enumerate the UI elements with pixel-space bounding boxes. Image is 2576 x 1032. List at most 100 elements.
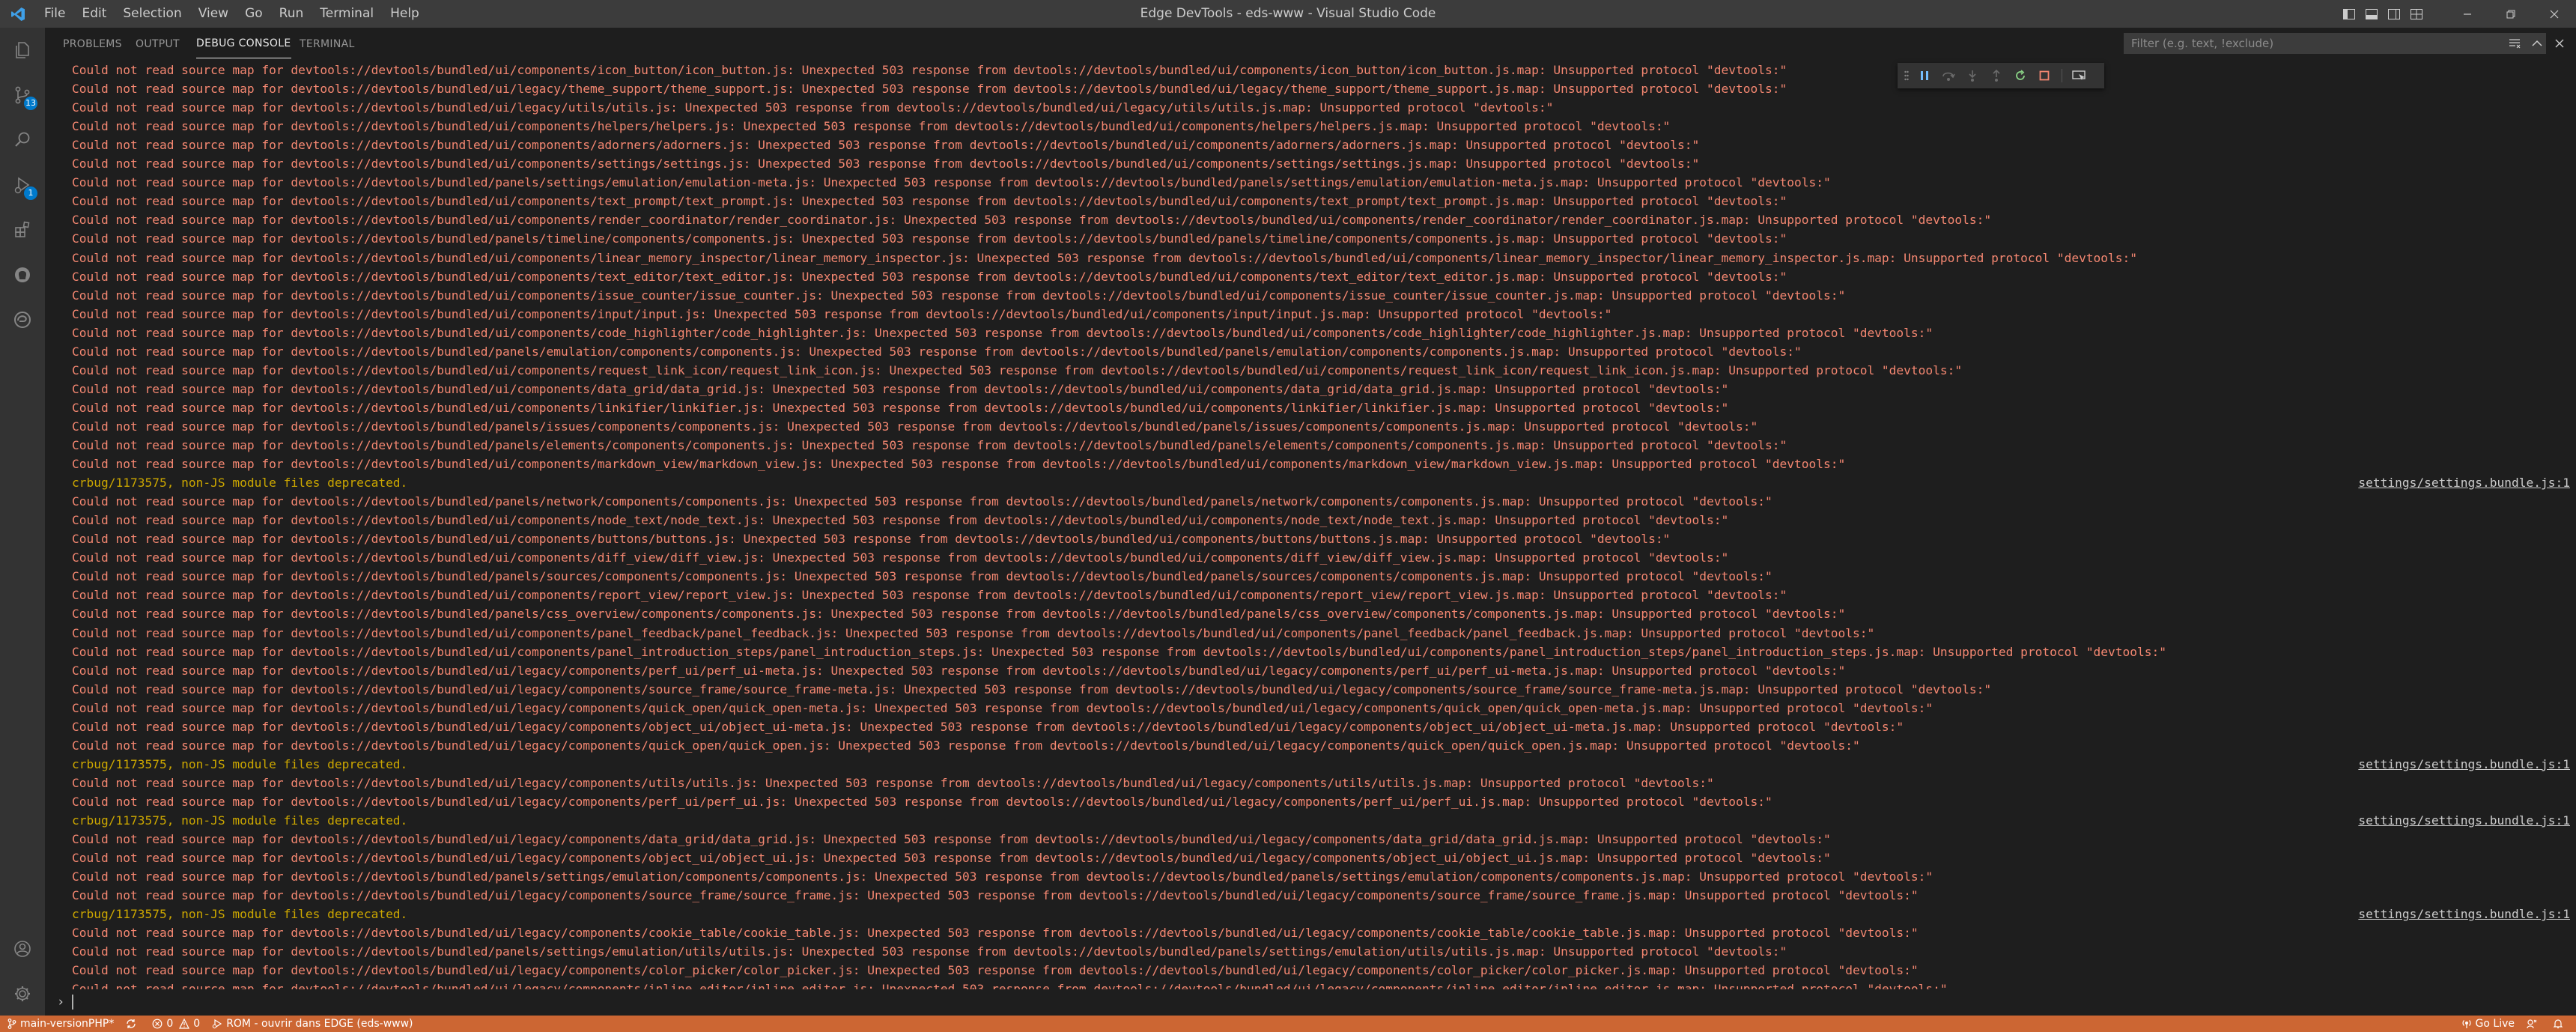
- run-debug-icon[interactable]: 1: [0, 163, 45, 207]
- console-error-line: Could not read source map for devtools:/…: [72, 888, 1919, 903]
- console-error-line: Could not read source map for devtools:/…: [72, 775, 1714, 790]
- console-warning-line: crbug/1173575, non-JS module files depre…: [72, 476, 408, 491]
- broadcast-icon: [2461, 1019, 2472, 1029]
- console-error-line: Could not read source map for devtools:/…: [72, 325, 1933, 340]
- chevron-up-icon[interactable]: [2527, 33, 2548, 54]
- source-location-link[interactable]: settings/settings.bundle.js:1: [2358, 755, 2570, 774]
- sync-button[interactable]: [120, 1016, 146, 1032]
- go-live-button[interactable]: Go Live: [2455, 1016, 2521, 1032]
- console-error-line: Could not read source map for devtools:/…: [72, 700, 1933, 715]
- console-error-line: Could not read source map for devtools:/…: [72, 138, 1700, 153]
- toggle-primary-sidebar-icon[interactable]: [2338, 0, 2360, 28]
- activity-bar: 13 1: [0, 28, 45, 1016]
- menu-terminal[interactable]: Terminal: [312, 0, 382, 28]
- warning-icon: [179, 1019, 190, 1029]
- git-branch-icon: [7, 1019, 16, 1029]
- tab-output[interactable]: OUTPUT: [136, 28, 180, 61]
- source-control-icon[interactable]: 13: [0, 73, 45, 118]
- bell-icon: [2553, 1019, 2563, 1029]
- launch-config-status[interactable]: ROM - ouvrir dans EDGE (eds-www): [206, 1016, 419, 1032]
- console-error-line: Could not read source map for devtools:/…: [72, 532, 1671, 547]
- console-error-line: Could not read source map for devtools:/…: [72, 550, 1729, 565]
- problems-status[interactable]: 0 0: [146, 1016, 206, 1032]
- restore-button[interactable]: [2489, 0, 2533, 28]
- go-live-label: Go Live: [2475, 1018, 2515, 1030]
- step-over-icon[interactable]: [1936, 63, 1960, 88]
- debug-console-output[interactable]: Could not read source map for devtools:/…: [45, 61, 2576, 989]
- error-icon: [152, 1019, 162, 1029]
- console-error-line: Could not read source map for devtools:/…: [72, 306, 1612, 321]
- branch-status[interactable]: main-versionPHP*: [0, 1016, 120, 1032]
- close-panel-icon[interactable]: [2549, 33, 2570, 54]
- console-error-line: Could not read source map for devtools:/…: [72, 438, 1787, 452]
- pause-icon[interactable]: [1913, 63, 1936, 88]
- launch-config-name: ROM - ouvrir dans EDGE (eds-www): [226, 1018, 413, 1030]
- toggle-secondary-sidebar-icon[interactable]: [2383, 0, 2405, 28]
- explorer-icon[interactable]: [0, 28, 45, 73]
- toggle-panel-icon[interactable]: [2360, 0, 2383, 28]
- console-prompt-icon: ›: [57, 995, 65, 1010]
- github-icon[interactable]: [0, 252, 45, 297]
- console-error-line: Could not read source map for devtools:/…: [72, 213, 1992, 228]
- source-location-link[interactable]: settings/settings.bundle.js:1: [2358, 811, 2570, 830]
- console-error-line: Could not read source map for devtools:/…: [72, 100, 1554, 115]
- console-error-line: Could not read source map for devtools:/…: [72, 419, 1758, 434]
- console-error-line: Could not read source map for devtools:/…: [72, 82, 1787, 97]
- restart-icon[interactable]: [2008, 63, 2032, 88]
- tab-terminal[interactable]: TERMINAL: [300, 28, 355, 61]
- console-error-line: Could not read source map for devtools:/…: [72, 175, 1831, 190]
- inspect-screen-icon[interactable]: [2067, 63, 2091, 88]
- extensions-icon[interactable]: [0, 207, 45, 252]
- drag-handle-icon[interactable]: [1901, 63, 1913, 88]
- error-count: 0: [166, 1018, 174, 1030]
- source-location-link[interactable]: settings/settings.bundle.js:1: [2358, 905, 2570, 923]
- console-error-line: Could not read source map for devtools:/…: [72, 832, 1831, 847]
- console-error-line: Could not read source map for devtools:/…: [72, 288, 1846, 303]
- console-error-line: Could not read source map for devtools:/…: [72, 738, 1860, 753]
- source-location-link[interactable]: settings/settings.bundle.js:1: [2358, 473, 2570, 492]
- search-icon[interactable]: [0, 118, 45, 163]
- menu-file[interactable]: File: [36, 0, 73, 28]
- console-warning-line: crbug/1173575, non-JS module files depre…: [72, 907, 408, 922]
- feedback-button[interactable]: [2521, 1016, 2547, 1032]
- manage-gear-icon[interactable]: [0, 971, 45, 1016]
- notifications-button[interactable]: [2547, 1016, 2576, 1032]
- console-error-line: Could not read source map for devtools:/…: [72, 794, 1772, 809]
- console-error-line: Could not read source map for devtools:/…: [72, 926, 1919, 941]
- tab-problems[interactable]: PROBLEMS: [63, 28, 122, 61]
- clear-console-icon[interactable]: [2504, 33, 2525, 54]
- filter-input[interactable]: [2124, 33, 2546, 54]
- debug-alt-icon: [212, 1019, 222, 1029]
- text-cursor: [72, 995, 73, 1010]
- console-error-line: Could not read source map for devtools:/…: [72, 588, 1787, 603]
- menu-edit[interactable]: Edit: [73, 0, 115, 28]
- close-window-button[interactable]: [2533, 0, 2576, 28]
- console-input-row[interactable]: ›: [45, 993, 2576, 1011]
- menu-help[interactable]: Help: [382, 0, 428, 28]
- tab-debug-console[interactable]: DEBUG CONSOLE: [196, 28, 291, 58]
- console-error-line: Could not read source map for devtools:/…: [72, 362, 1963, 377]
- console-warning-line: crbug/1173575, non-JS module files depre…: [72, 756, 408, 771]
- edge-devtools-icon[interactable]: [0, 297, 45, 342]
- console-error-line: Could not read source map for devtools:/…: [72, 194, 1787, 209]
- step-into-icon[interactable]: [1960, 63, 1984, 88]
- menu-run[interactable]: Run: [271, 0, 312, 28]
- menu-selection[interactable]: Selection: [115, 0, 189, 28]
- customize-layout-icon[interactable]: [2405, 0, 2428, 28]
- console-error-line: Could not read source map for devtools:/…: [72, 63, 1787, 77]
- sync-icon: [126, 1019, 136, 1029]
- console-error-line: Could not read source map for devtools:/…: [72, 644, 2167, 659]
- console-error-line: Could not read source map for devtools:/…: [72, 513, 1729, 528]
- step-out-icon[interactable]: [1984, 63, 2008, 88]
- accounts-icon[interactable]: [0, 926, 45, 971]
- stop-icon[interactable]: [2032, 63, 2056, 88]
- minimize-button[interactable]: [2446, 0, 2489, 28]
- console-error-line: Could not read source map for devtools:/…: [72, 982, 1948, 989]
- title-bar: File Edit Selection View Go Run Terminal…: [0, 0, 2576, 28]
- menu-go[interactable]: Go: [237, 0, 271, 28]
- console-error-line: Could not read source map for devtools:/…: [72, 457, 1846, 472]
- feedback-icon: [2527, 1019, 2537, 1029]
- console-error-line: Could not read source map for devtools:/…: [72, 869, 1933, 884]
- menu-view[interactable]: View: [190, 0, 237, 28]
- branch-name: main-versionPHP*: [20, 1018, 115, 1030]
